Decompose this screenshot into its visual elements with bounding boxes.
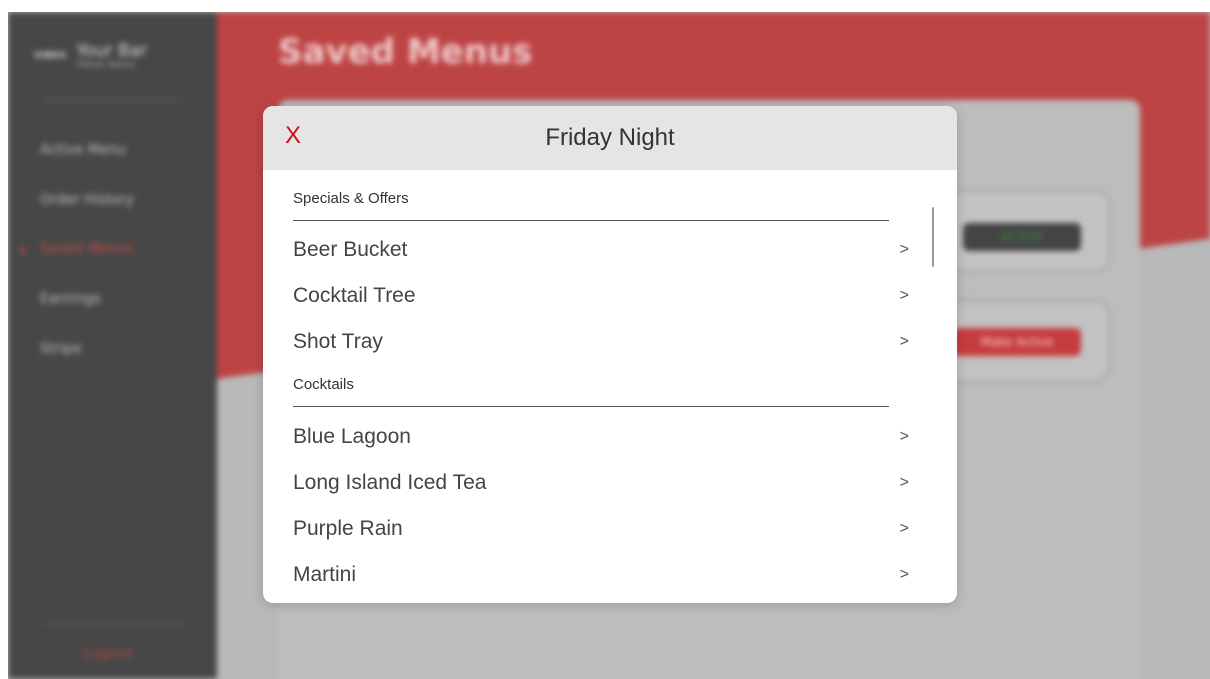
brand: VIBES Your Bar Owner Name (34, 42, 147, 70)
item-name: Cocktail Tree (293, 284, 416, 307)
chevron-right-icon: > (899, 428, 909, 445)
active-badge: ACTIVE (963, 223, 1081, 251)
list-item[interactable]: Beer Bucket > (293, 230, 913, 270)
sidebar-item-saved-menus[interactable]: Saved Menus (40, 241, 133, 257)
sidebar-divider (44, 624, 184, 625)
scrollbar[interactable] (932, 207, 934, 267)
sidebar-item-order-history[interactable]: Order History (40, 192, 134, 208)
sidebar-item-earnings[interactable]: Earnings (40, 291, 101, 307)
list-item[interactable]: Shot Tray > (293, 322, 913, 362)
section-title: Cocktails (293, 376, 354, 393)
chevron-right-icon: > (899, 333, 909, 350)
section-divider (293, 406, 889, 407)
list-item[interactable]: Martini > (293, 555, 913, 595)
brand-owner: Owner Name (76, 60, 136, 70)
item-name: Shot Tray (293, 330, 383, 353)
item-name: Martini (293, 563, 357, 586)
sidebar-item-stripe[interactable]: Stripe (40, 341, 82, 357)
item-name: Long Island Iced Tea (293, 471, 487, 494)
page-title: Saved Menus (278, 32, 533, 72)
logout-button[interactable]: Logout (84, 646, 132, 662)
list-item[interactable]: Cocktail Tree > (293, 276, 913, 316)
chevron-right-icon: > (899, 241, 909, 258)
active-indicator-dot (20, 248, 25, 253)
section-divider (293, 220, 889, 221)
brand-logo: VIBES (34, 51, 67, 61)
make-active-button[interactable]: Make Active (953, 328, 1081, 356)
app-window: Saved Menus ACTIVE Make Active VIBES You… (8, 12, 1210, 679)
sidebar: VIBES Your Bar Owner Name Active Menu Or… (8, 12, 217, 679)
item-name: Beer Bucket (293, 238, 408, 261)
chevron-right-icon: > (899, 474, 909, 491)
item-name: Blue Lagoon (293, 425, 411, 448)
menu-modal: X Friday Night Specials & Offers Beer Bu… (263, 106, 957, 603)
section-title: Specials & Offers (293, 190, 409, 207)
list-item[interactable]: Purple Rain > (293, 509, 913, 549)
modal-body[interactable]: Specials & Offers Beer Bucket > Cocktail… (263, 170, 957, 603)
modal-title: Friday Night (545, 124, 675, 151)
modal-header: X Friday Night (263, 106, 957, 170)
list-item[interactable]: Blue Lagoon > (293, 417, 913, 457)
sidebar-item-active-menu[interactable]: Active Menu (40, 142, 126, 158)
item-name: Purple Rain (293, 517, 403, 540)
chevron-right-icon: > (899, 566, 909, 583)
chevron-right-icon: > (899, 520, 909, 537)
chevron-right-icon: > (899, 287, 909, 304)
brand-name: Your Bar (76, 41, 148, 61)
sidebar-divider (44, 100, 184, 101)
list-item[interactable]: Long Island Iced Tea > (293, 463, 913, 503)
